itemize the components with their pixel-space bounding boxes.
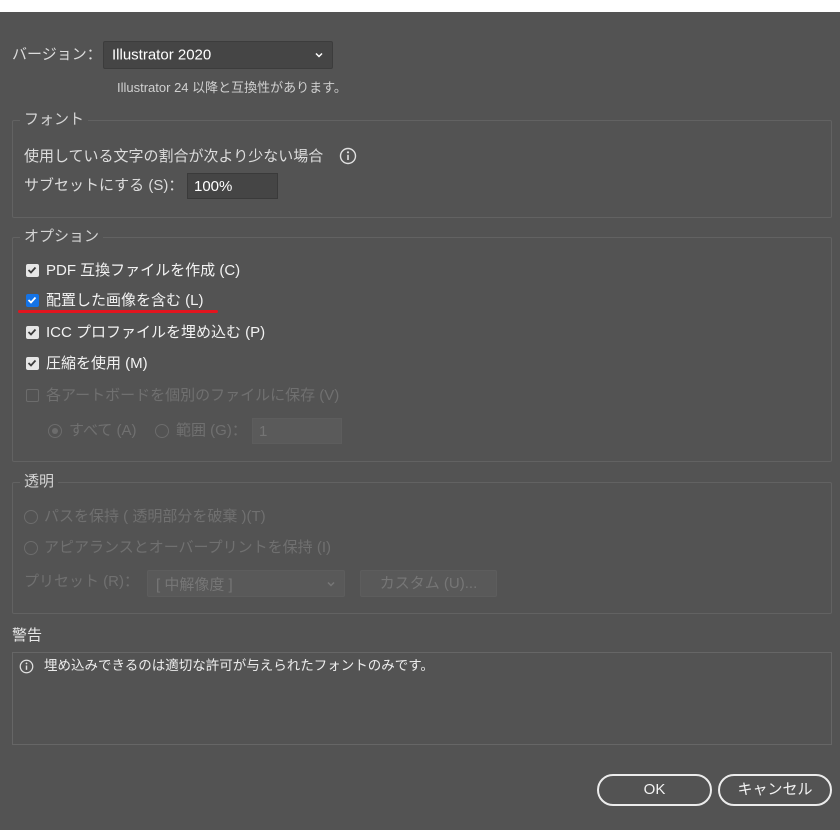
use-compression-label: 圧縮を使用 (M) (46, 355, 148, 372)
font-section-legend: フォント (20, 111, 89, 129)
chevron-down-icon (315, 52, 323, 58)
preserve-paths-label: パスを保持 ( 透明部分を破棄 )(T) (44, 508, 266, 525)
preset-label: プリセット (R)： (24, 573, 139, 590)
version-dropdown[interactable]: Illustrator 2020 (103, 41, 333, 69)
subset-percent-value: 100% (194, 178, 233, 195)
check-icon (27, 296, 37, 304)
save-artboards-label: 各アートボードを個別のファイルに保存 (V) (46, 387, 340, 404)
save-artboards-checkbox[interactable] (26, 389, 39, 402)
ok-button[interactable]: OK (597, 774, 712, 806)
version-label: バージョン： (12, 46, 102, 63)
pdf-compatible-checkbox-row[interactable]: PDF 互換ファイルを作成 (C) (24, 262, 284, 280)
preserve-appearance-radio[interactable] (24, 541, 38, 555)
cancel-button-label: キャンセル (737, 781, 813, 798)
save-artboards-checkbox-row[interactable]: 各アートボードを個別のファイルに保存 (V) (24, 387, 354, 405)
info-icon[interactable] (339, 147, 357, 165)
pdf-compatible-label: PDF 互換ファイルを作成 (C) (46, 262, 241, 279)
artboard-all-radio-row[interactable]: すべて (A) (48, 422, 148, 440)
include-linked-images-checkbox-row[interactable]: 配置した画像を含む (L) (24, 292, 244, 310)
ok-button-label: OK (643, 781, 666, 798)
cancel-button[interactable]: キャンセル (718, 774, 832, 806)
info-icon (19, 659, 34, 674)
embed-icc-checkbox[interactable] (26, 326, 39, 339)
cropped-title-strip (0, 0, 840, 12)
use-compression-checkbox-row[interactable]: 圧縮を使用 (M) (24, 355, 184, 373)
artboard-range-value: 1 (259, 423, 268, 440)
pdf-compatible-checkbox[interactable] (26, 264, 39, 277)
preserve-paths-radio-row[interactable]: パスを保持 ( 透明部分を破棄 )(T) (24, 508, 284, 526)
version-dropdown-value: Illustrator 2020 (112, 46, 212, 64)
check-icon (27, 266, 37, 274)
subset-label: サブセットにする (S)： (24, 177, 184, 194)
custom-preset-button[interactable]: カスタム (U)... (360, 570, 497, 597)
custom-preset-button-label: カスタム (U)... (379, 575, 478, 592)
include-linked-images-label: 配置した画像を含む (L) (46, 292, 204, 309)
artboard-range-radio[interactable] (155, 424, 169, 438)
subset-description: 使用している文字の割合が次より少ない場合 (24, 148, 324, 165)
check-icon (27, 328, 37, 336)
warnings-box: 埋め込みできるのは適切な許可が与えられたフォントのみです。 (12, 652, 832, 745)
artboard-range-input[interactable]: 1 (252, 418, 342, 444)
preserve-paths-radio[interactable] (24, 510, 38, 524)
warning-message: 埋め込みできるのは適切な許可が与えられたフォントのみです。 (44, 658, 434, 673)
artboard-all-label: すべて (A) (69, 422, 137, 439)
embed-icc-label: ICC プロファイルを埋め込む (P) (46, 324, 266, 341)
version-compat-note: Illustrator 24 以降と互換性があります。 (117, 80, 347, 95)
preset-dropdown[interactable]: [ 中解像度 ] (147, 570, 345, 597)
check-icon (27, 359, 37, 367)
font-section (12, 120, 832, 218)
use-compression-checkbox[interactable] (26, 357, 39, 370)
red-annotation-underline (18, 310, 218, 313)
artboard-all-radio[interactable] (48, 424, 62, 438)
warnings-label: 警告 (12, 627, 43, 644)
include-linked-images-checkbox[interactable] (26, 294, 39, 307)
preserve-appearance-label: アピアランスとオーバープリントを保持 (I) (44, 539, 331, 556)
chevron-down-icon (327, 581, 335, 587)
artboard-range-radio-row[interactable]: 範囲 (G)： (155, 422, 251, 440)
transparency-section-legend: 透明 (20, 473, 59, 491)
embed-icc-checkbox-row[interactable]: ICC プロファイルを埋め込む (P) (24, 324, 304, 342)
preserve-appearance-radio-row[interactable]: アピアランスとオーバープリントを保持 (I) (24, 539, 354, 557)
options-section-legend: オプション (20, 228, 104, 246)
preset-dropdown-value: [ 中解像度 ] (156, 576, 233, 593)
subset-percent-input[interactable]: 100% (187, 173, 278, 199)
artboard-range-label: 範囲 (G)： (176, 422, 247, 439)
